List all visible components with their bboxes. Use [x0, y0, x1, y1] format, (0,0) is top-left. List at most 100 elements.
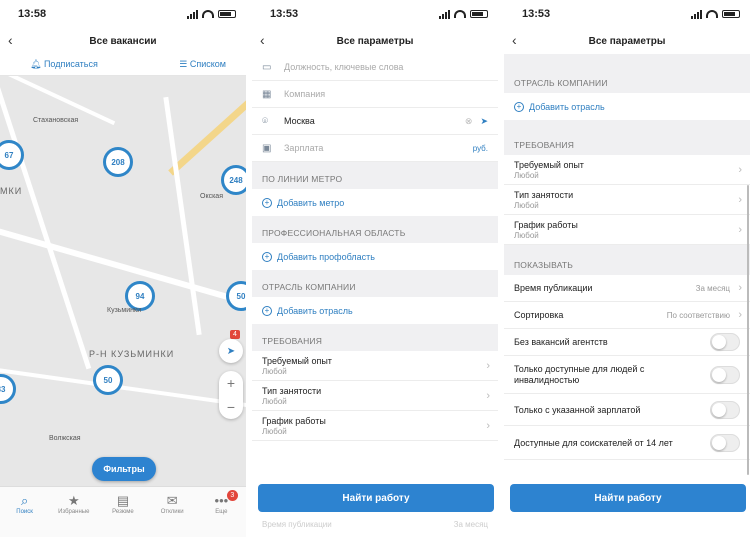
add-profarea-button[interactable]: + Добавить профобласть: [252, 243, 498, 270]
geolocation-icon[interactable]: ➤: [480, 116, 488, 127]
wifi-icon: [454, 10, 466, 18]
vacancy-cluster[interactable]: 50: [93, 365, 123, 395]
salary-specified-toggle[interactable]: [710, 400, 740, 419]
toggle-label: Доступные для соискателей от 14 лет: [514, 437, 673, 448]
row-value: Любой: [514, 170, 539, 180]
tab-more[interactable]: ••• 3 Еще: [199, 490, 244, 537]
parameters-list[interactable]: ОТРАСЛЬ КОМПАНИИ + Добавить отрасль ТРЕБО…: [504, 54, 750, 537]
schedule-row[interactable]: График работы Любой ›: [504, 215, 750, 245]
all-parameters-screen: 13:53 ‹ Все параметры ▭ Должность, ключев…: [252, 0, 498, 537]
map-view[interactable]: 67 208 248 94 50 50 83 Стахановская Окск…: [0, 76, 246, 486]
experience-row[interactable]: Требуемый опыт Любой ›: [252, 351, 498, 381]
back-icon[interactable]: ‹: [512, 32, 517, 48]
tab-label: Резюме: [112, 509, 134, 515]
panel-divider: [498, 0, 504, 537]
row-value: Любой: [514, 200, 539, 210]
plus-icon: +: [514, 101, 524, 112]
vacancy-cluster[interactable]: 50: [226, 281, 246, 311]
locate-me-button[interactable]: ➤: [219, 339, 243, 363]
add-metro-button[interactable]: + Добавить метро: [252, 189, 498, 216]
status-icons: [439, 9, 488, 19]
map-screen: 13:58 ‹ Все вакансии 🔔︎ Подписаться ☰ Сп…: [0, 0, 246, 537]
tab-label: Избранные: [58, 509, 90, 515]
faded-row-label: Время публикации: [262, 520, 332, 529]
notification-badge: 3: [226, 490, 238, 501]
section-header: ПОКАЗЫВАТЬ: [504, 245, 750, 275]
no-agencies-toggle-row: Без вакансий агентств: [504, 329, 750, 356]
back-icon[interactable]: ‹: [260, 32, 265, 48]
all-parameters-scrolled-screen: 13:53 ‹ Все параметры ОТРАСЛЬ КОМПАНИИ +…: [504, 0, 750, 537]
vacancy-cluster[interactable]: 208: [103, 147, 133, 177]
tab-favorites[interactable]: ★ Избранные: [51, 493, 96, 537]
zoom-in-button[interactable]: +: [227, 375, 235, 391]
battery-icon: [470, 10, 488, 18]
road: [0, 224, 246, 314]
status-bar: 13:53: [252, 0, 498, 28]
chevron-right-icon: ›: [738, 309, 742, 321]
find-job-button[interactable]: Найти работу: [258, 484, 494, 512]
plus-icon: +: [262, 305, 272, 316]
disability-toggle[interactable]: [710, 365, 740, 384]
find-job-button[interactable]: Найти работу: [510, 484, 746, 512]
metro-label: Стахановская: [33, 117, 79, 124]
star-icon: ★: [67, 493, 80, 508]
traffic-badge[interactable]: 4: [230, 330, 240, 339]
publication-time-row[interactable]: Время публикации За месяц ›: [504, 275, 750, 302]
teen-toggle[interactable]: [710, 433, 740, 452]
faded-row-value: За месяц: [453, 520, 488, 529]
clear-icon[interactable]: ⊗: [465, 116, 473, 127]
filters-button[interactable]: Фильтры: [92, 457, 156, 481]
no-agencies-toggle[interactable]: [710, 333, 740, 351]
position-placeholder: Должность, ключевые слова: [284, 62, 404, 72]
page-title: Все вакансии: [89, 35, 157, 47]
add-metro-label: Добавить метро: [277, 197, 345, 208]
parameters-list[interactable]: ▭ Должность, ключевые слова ▦ Компания ⌾ Мо…: [252, 54, 498, 537]
schedule-row[interactable]: График работы Любой ›: [252, 411, 498, 441]
scrollbar[interactable]: [747, 185, 749, 475]
add-industry-label: Добавить отрасль: [529, 101, 605, 112]
sort-row[interactable]: Сортировка По соответствию ›: [504, 302, 750, 329]
status-bar: 13:58: [0, 0, 246, 28]
chevron-right-icon: ›: [738, 163, 742, 176]
chevron-right-icon: ›: [738, 282, 742, 294]
chevron-right-icon: ›: [486, 359, 490, 372]
row-value: За месяц: [695, 283, 730, 293]
add-industry-button[interactable]: + Добавить отрасль: [504, 93, 750, 120]
status-bar: 13:53: [504, 0, 750, 28]
zoom-out-button[interactable]: −: [227, 399, 235, 415]
back-icon[interactable]: ‹: [8, 32, 13, 48]
tab-label: Отклики: [160, 509, 184, 515]
nav-bar: ‹ Все параметры: [504, 28, 750, 54]
row-title: Требуемый опыт: [514, 159, 584, 170]
salary-field[interactable]: ▣ Зарплата руб.: [252, 135, 498, 162]
currency-selector[interactable]: руб.: [473, 144, 488, 153]
employment-type-row[interactable]: Тип занятости Любой ›: [504, 185, 750, 215]
section-header: ТРЕБОВАНИЯ: [252, 324, 498, 351]
toggle-label: Только с указанной зарплатой: [514, 404, 641, 415]
subscribe-button[interactable]: 🔔︎ Подписаться: [30, 59, 98, 70]
row-title: Время публикации: [514, 283, 593, 293]
tab-resume[interactable]: ▤ Резюме: [100, 493, 145, 537]
experience-row[interactable]: Требуемый опыт Любой ›: [504, 155, 750, 185]
vacancy-cluster[interactable]: 83: [0, 374, 16, 404]
add-industry-button[interactable]: + Добавить отрасль: [252, 297, 498, 324]
list-view-button[interactable]: ☰ Списком: [179, 59, 226, 70]
position-field[interactable]: ▭ Должность, ключевые слова: [252, 54, 498, 81]
nav-bar: ‹ Все вакансии: [0, 28, 246, 54]
company-field[interactable]: ▦ Компания: [252, 81, 498, 108]
company-placeholder: Компания: [284, 89, 326, 99]
metro-label: Кузьминки: [107, 307, 141, 314]
tab-search[interactable]: ⌕ Поиск: [2, 493, 47, 537]
plus-icon: +: [262, 197, 272, 208]
city-field[interactable]: ⌾ Москва ⊗ ➤: [252, 108, 498, 135]
add-industry-label: Добавить отрасль: [277, 305, 353, 316]
employment-type-row[interactable]: Тип занятости Любой ›: [252, 381, 498, 411]
signal-icon: [187, 9, 198, 19]
page-title: Все параметры: [336, 35, 414, 47]
city-value: Москва: [284, 116, 315, 126]
vacancy-cluster[interactable]: 248: [221, 165, 246, 195]
tab-responses[interactable]: ✉ Отклики: [150, 493, 195, 537]
bell-icon: 🔔︎: [30, 59, 44, 69]
wifi-icon: [202, 10, 214, 18]
envelope-icon: ✉: [166, 493, 178, 508]
